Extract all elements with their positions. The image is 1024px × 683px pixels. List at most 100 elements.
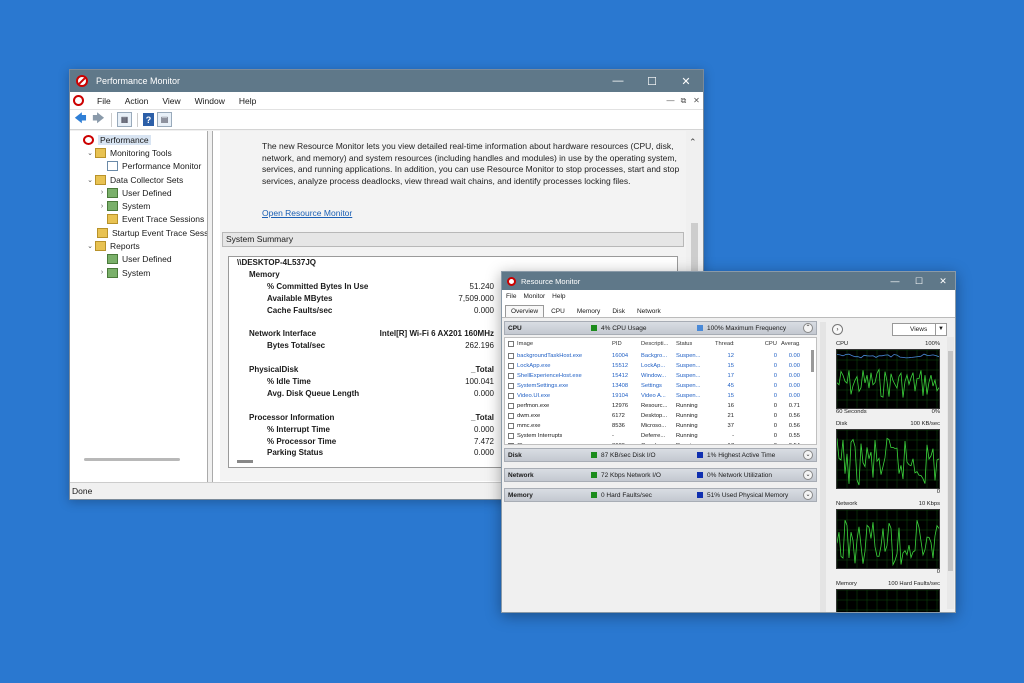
mdi-minimize-button[interactable]: — [664,96,677,105]
table-cell: 0.55 [788,433,800,439]
table-row[interactable]: backgroundTaskHost.exe 16004 Backgro... Sus… [505,352,816,362]
scroll-up-icon[interactable]: ⌃ [689,137,697,148]
menu-file[interactable]: File [90,96,118,106]
tab-memory[interactable]: Memory [572,306,605,317]
rm-maximize-button[interactable]: ☐ [907,272,931,290]
help-icon[interactable]: ? [143,113,154,126]
section-header-disk[interactable]: Disk 87 KB/sec Disk I/O 1% Highest Active … [504,448,817,462]
table-row[interactable]: ShellExperienceHost.exe 15412 Window... Sus… [505,372,816,382]
tree-expander-icon[interactable]: › [97,189,107,196]
views-dropdown[interactable]: Views ▼ [892,322,947,336]
summary-counter: % Processor Time [267,436,337,446]
tree-node-icon [95,241,106,252]
row-checkbox[interactable] [508,423,514,429]
tree-node[interactable]: ⌄ Monitoring Tools [70,146,207,159]
graph-cpu: CPU 100% 60 Seconds 0% [836,341,940,417]
table-row[interactable]: LockApp.exe 15512 LockAp... Suspen... 15 0 0.0… [505,362,816,372]
show-hide-console-tree-icon[interactable]: ▦ [117,112,132,127]
row-checkbox[interactable] [508,403,514,409]
pane-splitter[interactable] [820,322,826,612]
table-cell: mmc.exe [517,423,541,429]
table-row[interactable]: mmc.exe 8536 Microso... Running 37 0 0.56 [505,422,816,432]
show-hide-action-pane-icon[interactable]: ▤ [157,112,172,127]
mdi-restore-button[interactable]: ⧉ [677,96,690,106]
row-checkbox[interactable] [508,443,514,444]
table-row[interactable]: Video.UI.exe 19104 Video A... Suspen... 15 0 0… [505,392,816,402]
table-row[interactable]: Chrome.exe 3680 Google... Running 17 0 0.54 [505,442,816,444]
row-checkbox[interactable] [508,383,514,389]
table-row[interactable]: System Interrupts - Deferre... Running - 0 0.5… [505,432,816,442]
mdi-app-icon[interactable] [73,95,84,106]
menu-view[interactable]: View [155,96,187,106]
tree-horizontal-scrollbar[interactable] [84,458,180,461]
section-toggle-icon[interactable]: ⌄ [803,450,813,460]
row-checkbox[interactable] [508,353,514,359]
table-cell: 3680 [612,443,625,444]
rm-menu-help[interactable]: Help [552,293,565,300]
graph-scale-max: 100 Hard Faults/sec [888,581,940,587]
table-cell: 0 [758,443,777,444]
tree-node[interactable]: › User Defined [70,186,207,199]
row-checkbox[interactable] [508,393,514,399]
graphs-scrollbar-thumb[interactable] [948,351,953,571]
maximize-button[interactable]: ☐ [635,70,669,92]
tree-node[interactable]: ⌄ Reports [70,239,207,252]
tree-node[interactable]: Event Trace Sessions [70,213,207,226]
close-button[interactable]: ✕ [669,70,703,92]
mdi-close-button[interactable]: ✕ [690,96,703,105]
system-summary-header[interactable]: System Summary [222,232,684,247]
menu-help[interactable]: Help [232,96,263,106]
rm-close-button[interactable]: ✕ [931,272,955,290]
collapse-graphs-icon[interactable]: › [832,323,843,335]
tree-expander-icon[interactable]: › [97,269,107,276]
summary-counter: Network Interface [249,329,317,339]
tree-node[interactable]: › System [70,266,207,279]
open-resource-monitor-link[interactable]: Open Resource Monitor [262,208,352,218]
tab-overview[interactable]: Overview [505,305,545,317]
table-row[interactable]: dwm.exe 6172 Desktop... Running 21 0 0.56 [505,412,816,422]
row-checkbox[interactable] [508,341,514,347]
section-header-cpu[interactable]: CPU 4% CPU Usage 100% Maximum Frequency ⌃ [504,321,817,335]
graphs-scrollbar[interactable] [947,337,954,609]
table-header-row[interactable]: Image PID Descripti... Status Threads CPU Aver… [505,340,816,350]
summary-horizontal-scrollbar[interactable] [237,460,253,463]
tree-expander-icon[interactable]: › [97,203,107,210]
table-row[interactable]: SystemSettings.exe 13408 Settings Suspen...… [505,382,816,392]
section-toggle-icon[interactable]: ⌃ [803,323,813,333]
rm-minimize-button[interactable]: — [883,272,907,290]
section-toggle-icon[interactable]: ⌄ [803,490,813,500]
menu-window[interactable]: Window [188,96,232,106]
rm-menu-monitor[interactable]: Monitor [523,293,545,300]
row-checkbox[interactable] [508,413,514,419]
tree-node[interactable]: Performance Monitor [70,160,207,173]
tree-node[interactable]: User Defined [70,253,207,266]
row-checkbox[interactable] [508,373,514,379]
menu-action[interactable]: Action [118,96,156,106]
tree-node[interactable]: Performance [70,133,207,146]
tab-disk[interactable]: Disk [607,306,630,317]
tab-cpu[interactable]: CPU [546,306,570,317]
section-header-memory[interactable]: Memory 0 Hard Faults/sec 51% Used Physical… [504,488,817,502]
table-cell: Running [676,403,698,409]
tree-node[interactable]: ⌄ Data Collector Sets [70,173,207,186]
section-header-network[interactable]: Network 72 Kbps Network I/O 0% Network Uti… [504,468,817,482]
table-cell: 15512 [612,363,629,369]
tab-network[interactable]: Network [632,306,666,317]
row-checkbox[interactable] [508,363,514,369]
section-toggle-icon[interactable]: ⌄ [803,470,813,480]
chevron-down-icon[interactable]: ▼ [935,323,946,335]
forward-arrow-icon[interactable]: 🡆 [91,111,106,127]
table-cell: perfmon.exe [517,403,550,409]
tree-expander-icon[interactable]: ⌄ [85,176,95,184]
back-arrow-icon[interactable]: 🡄 [73,111,88,127]
tree-expander-icon[interactable]: ⌄ [85,149,95,157]
rm-menu-file[interactable]: File [506,293,516,300]
tree-expander-icon[interactable]: ⌄ [85,242,95,250]
table-row[interactable]: perfmon.exe 12976 Resourc... Running 16 0 0.71 [505,402,816,412]
minimize-button[interactable]: — [601,70,635,92]
table-cell: Resourc... [641,403,668,409]
tree-node[interactable]: Startup Event Trace Sessions [70,226,207,239]
tree-node[interactable]: › System [70,199,207,212]
row-checkbox[interactable] [508,433,514,439]
cpu-table-scrollbar[interactable] [811,350,814,372]
